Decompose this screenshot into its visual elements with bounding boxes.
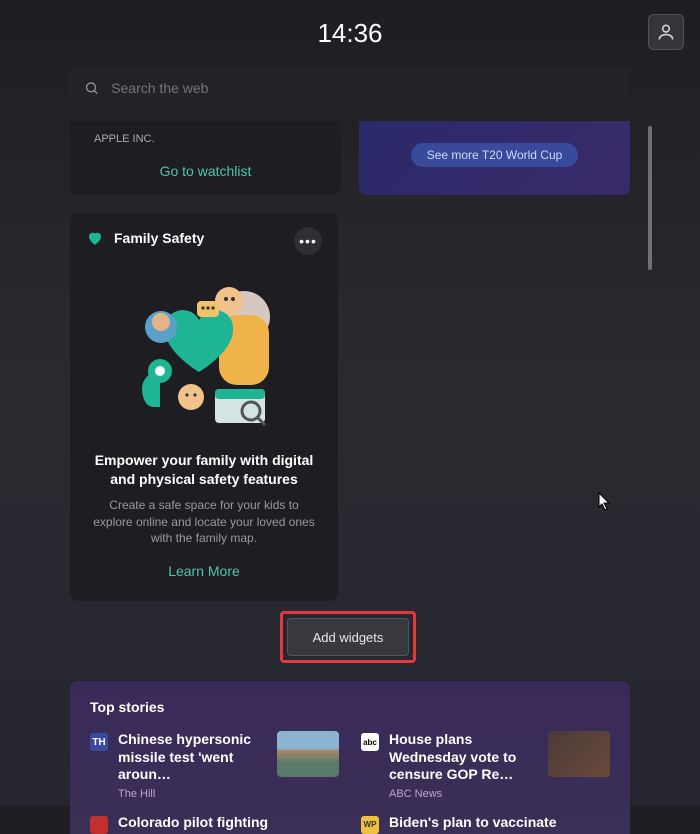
- learn-more-link[interactable]: Learn More: [168, 563, 240, 579]
- family-illustration: [86, 247, 322, 451]
- top-stories-card: Top stories TH Chinese hypersonic missil…: [70, 681, 630, 834]
- story-item[interactable]: WP Biden's plan to vaccinate: [361, 814, 610, 834]
- search-icon: [84, 80, 99, 96]
- ellipsis-icon: •••: [299, 233, 317, 249]
- scrollbar-thumb[interactable]: [648, 126, 652, 270]
- family-safety-icon: [86, 229, 104, 247]
- profile-button[interactable]: [648, 14, 684, 50]
- family-safety-card: Family Safety •••: [70, 213, 338, 601]
- card-title: Family Safety: [114, 230, 204, 246]
- source-icon: TH: [90, 733, 108, 751]
- story-thumbnail: [277, 731, 339, 777]
- top-stories-heading: Top stories: [90, 699, 610, 715]
- story-title: Colorado pilot fighting: [118, 814, 339, 832]
- source-icon: [90, 816, 108, 834]
- search-input[interactable]: [111, 80, 616, 96]
- family-heading: Empower your family with digital and phy…: [86, 451, 322, 489]
- card-more-button[interactable]: •••: [294, 227, 322, 255]
- story-source: The Hill: [118, 788, 267, 800]
- story-title: Biden's plan to vaccinate: [389, 814, 610, 832]
- story-item[interactable]: Colorado pilot fighting: [90, 814, 339, 834]
- source-icon: abc: [361, 733, 379, 751]
- story-source: ABC News: [389, 788, 538, 800]
- stock-row-apple[interactable]: APPLE INC.: [84, 127, 327, 155]
- add-widgets-button[interactable]: Add widgets: [287, 618, 409, 656]
- family-description: Create a safe space for your kids to exp…: [86, 489, 322, 547]
- add-widgets-highlight: Add widgets: [280, 611, 416, 663]
- story-item[interactable]: abc House plans Wednesday vote to censur…: [361, 731, 610, 800]
- search-bar[interactable]: [70, 67, 630, 109]
- see-more-sports-pill[interactable]: See more T20 World Cup: [411, 143, 579, 167]
- clock-time: 14:36: [317, 18, 382, 49]
- source-icon: WP: [361, 816, 379, 834]
- story-title: House plans Wednesday vote to censure GO…: [389, 731, 538, 784]
- mouse-cursor: [598, 492, 612, 512]
- story-thumbnail: [548, 731, 610, 777]
- user-icon: [656, 22, 676, 42]
- story-title: Chinese hypersonic missile test 'went ar…: [118, 731, 267, 784]
- watchlist-link[interactable]: Go to watchlist: [160, 163, 252, 179]
- sports-card: See more T20 World Cup: [359, 121, 630, 195]
- watchlist-card: APPLE INC. Go to watchlist: [70, 121, 341, 195]
- story-item[interactable]: TH Chinese hypersonic missile test 'went…: [90, 731, 339, 800]
